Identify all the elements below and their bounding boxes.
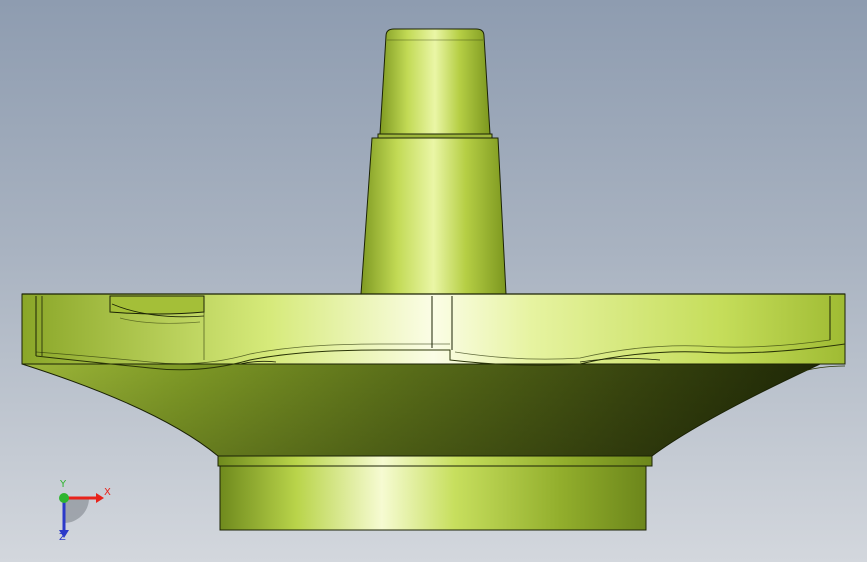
bottom-hub-ring	[217, 455, 653, 467]
bottom-hub	[219, 465, 647, 531]
z-axis-label: Z	[59, 532, 66, 543]
upper-shaft	[379, 28, 491, 135]
triad-quadrant	[64, 498, 89, 523]
shaft-collar	[377, 133, 493, 139]
x-axis-arrow	[96, 493, 104, 503]
x-axis-label: X	[104, 487, 111, 498]
3d-model-view[interactable]	[0, 0, 867, 562]
y-axis-label: Y	[60, 479, 67, 490]
graphics-viewport[interactable]: X Y Z	[0, 0, 867, 562]
lower-shaft	[360, 137, 507, 295]
flange-pocket	[109, 295, 205, 315]
y-axis-dot	[59, 493, 69, 503]
